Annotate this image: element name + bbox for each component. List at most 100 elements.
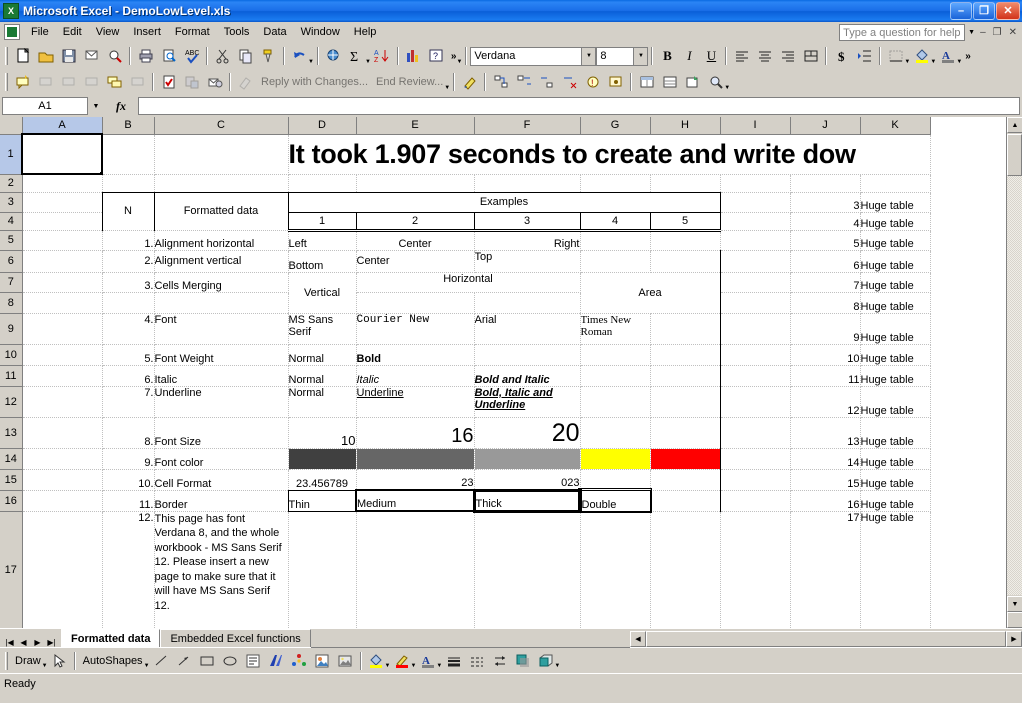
cell-i11[interactable] <box>720 365 791 387</box>
cell-b3-n[interactable]: N <box>101 191 155 231</box>
row-header-7[interactable]: 7 <box>0 272 23 293</box>
document-close-button[interactable]: ✕ <box>1007 27 1019 38</box>
cell-c2[interactable] <box>154 174 289 193</box>
remove-arrows-icon[interactable] <box>558 71 581 93</box>
font-name-dropdown[interactable]: ▼ <box>582 46 597 66</box>
clip-art-icon[interactable] <box>311 650 334 672</box>
toolbar-grip[interactable] <box>5 47 8 65</box>
cell-h5[interactable] <box>650 230 721 251</box>
cell-h10[interactable] <box>650 344 721 366</box>
cell-i9[interactable] <box>720 313 791 345</box>
cell-c14-name[interactable]: Font color <box>154 448 289 470</box>
cell-k17[interactable]: Huge table <box>860 511 931 628</box>
cell-j13[interactable]: 13 <box>790 417 861 449</box>
cell-i14[interactable] <box>720 448 791 470</box>
align-left-icon[interactable] <box>730 45 753 67</box>
row-header-4[interactable]: 4 <box>0 212 23 231</box>
menu-format[interactable]: Format <box>168 24 217 40</box>
row-header-12[interactable]: 12 <box>0 386 23 418</box>
cell-a3[interactable] <box>22 192 103 213</box>
cell-j2[interactable] <box>790 174 861 193</box>
line-style-icon[interactable] <box>442 650 465 672</box>
cell-j8[interactable]: 8 <box>790 292 861 314</box>
cell-k3[interactable]: Huge table <box>860 192 931 213</box>
cell-i16[interactable] <box>720 490 791 512</box>
cut-icon[interactable] <box>211 45 234 67</box>
cell-f11[interactable]: Bold and Italic <box>474 365 581 387</box>
email-icon[interactable] <box>80 45 103 67</box>
cell-h11[interactable] <box>650 365 721 387</box>
cell-g14-color-swatch[interactable] <box>580 448 651 470</box>
nav-first-sheet-icon[interactable]: |◀ <box>3 638 16 647</box>
cell-i5[interactable] <box>720 230 791 251</box>
cell-i2[interactable] <box>720 174 791 193</box>
cell-f5[interactable]: Right <box>474 230 581 251</box>
cell-h2[interactable] <box>650 174 721 193</box>
formula-input[interactable] <box>138 97 1020 115</box>
arrow-style-icon[interactable] <box>488 650 511 672</box>
hscroll-right-button[interactable]: ▶ <box>1006 631 1022 647</box>
cell-k14[interactable]: Huge table <box>860 448 931 470</box>
cell-a12[interactable] <box>22 386 103 418</box>
insert-function-icon[interactable]: fx <box>104 99 138 114</box>
font-size-input[interactable]: 8 <box>596 46 635 66</box>
auditing-icon[interactable] <box>489 71 512 93</box>
hide-comment-icon[interactable] <box>80 71 103 93</box>
fill-color-icon[interactable] <box>365 650 388 672</box>
cell-j16[interactable]: 16 <box>790 490 861 512</box>
cell-a2[interactable] <box>22 174 103 193</box>
cell-a7[interactable] <box>22 272 103 293</box>
cell-k5[interactable]: Huge table <box>860 230 931 251</box>
column-header-h[interactable]: H <box>650 117 721 135</box>
sort-ascending-icon[interactable]: AZ <box>371 45 394 67</box>
select-objects-icon[interactable] <box>48 650 71 672</box>
hscroll-left-button[interactable]: ◀ <box>630 631 646 647</box>
menu-data[interactable]: Data <box>256 24 293 40</box>
cell-j12[interactable]: 12 <box>790 386 861 418</box>
cell-c7-name[interactable]: Cells Merging <box>154 272 289 293</box>
cell-d13[interactable]: 10 <box>288 417 357 449</box>
font-color-icon[interactable]: A <box>416 650 439 672</box>
cell-g15[interactable] <box>580 469 651 491</box>
cell-e13[interactable]: 16 <box>356 417 475 449</box>
cell-e9[interactable]: Courier New <box>356 313 475 345</box>
cell-i17[interactable] <box>720 511 791 628</box>
help-icon[interactable]: ? <box>425 45 448 67</box>
cell-e4-ex2[interactable]: 2 <box>355 211 475 232</box>
wordart-icon[interactable] <box>265 650 288 672</box>
cell-k7[interactable]: Huge table <box>860 272 931 293</box>
cell-g7-area-merge[interactable]: Area <box>580 272 721 314</box>
cell-i3[interactable] <box>720 192 791 213</box>
cell-e11[interactable]: Italic <box>356 365 475 387</box>
menu-view[interactable]: View <box>89 24 127 40</box>
cell-b8[interactable] <box>102 292 155 314</box>
row-header-16[interactable]: 16 <box>0 490 23 512</box>
trace-precedents-icon[interactable] <box>512 71 535 93</box>
column-header-b[interactable]: B <box>102 117 155 135</box>
document-restore-button[interactable]: ❐ <box>991 27 1004 38</box>
horizontal-scrollbar[interactable]: ◀ ▶ <box>630 631 1022 647</box>
underline-button[interactable]: U <box>700 45 722 67</box>
row-header-13[interactable]: 13 <box>0 417 23 449</box>
column-header-k[interactable]: K <box>860 117 931 135</box>
cell-d9[interactable]: MS Sans Serif <box>288 313 357 345</box>
cell-c10-name[interactable]: Font Weight <box>154 344 289 366</box>
cell-k8[interactable]: Huge table <box>860 292 931 314</box>
cell-a8[interactable] <box>22 292 103 314</box>
cell-f17[interactable] <box>474 511 581 628</box>
cell-k12[interactable]: Huge table <box>860 386 931 418</box>
cell-c13-name[interactable]: Font Size <box>154 417 289 449</box>
cell-i12[interactable] <box>720 386 791 418</box>
cell-d6[interactable]: Bottom <box>288 250 357 273</box>
vertical-scrollbar[interactable]: ▲ ▼ <box>1006 117 1022 628</box>
send-to-mail-icon[interactable] <box>203 71 226 93</box>
cell-j15[interactable]: 15 <box>790 469 861 491</box>
cell-d5[interactable]: Left <box>288 230 357 251</box>
cell-j4[interactable]: 4 <box>790 212 861 231</box>
cell-i4[interactable] <box>720 212 791 231</box>
cell-j3[interactable]: 3 <box>790 192 861 213</box>
highlighter-icon[interactable] <box>458 71 481 93</box>
align-center-icon[interactable] <box>753 45 776 67</box>
cell-b5-n[interactable]: 1. <box>102 230 155 251</box>
cell-d12[interactable]: Normal <box>288 386 357 418</box>
